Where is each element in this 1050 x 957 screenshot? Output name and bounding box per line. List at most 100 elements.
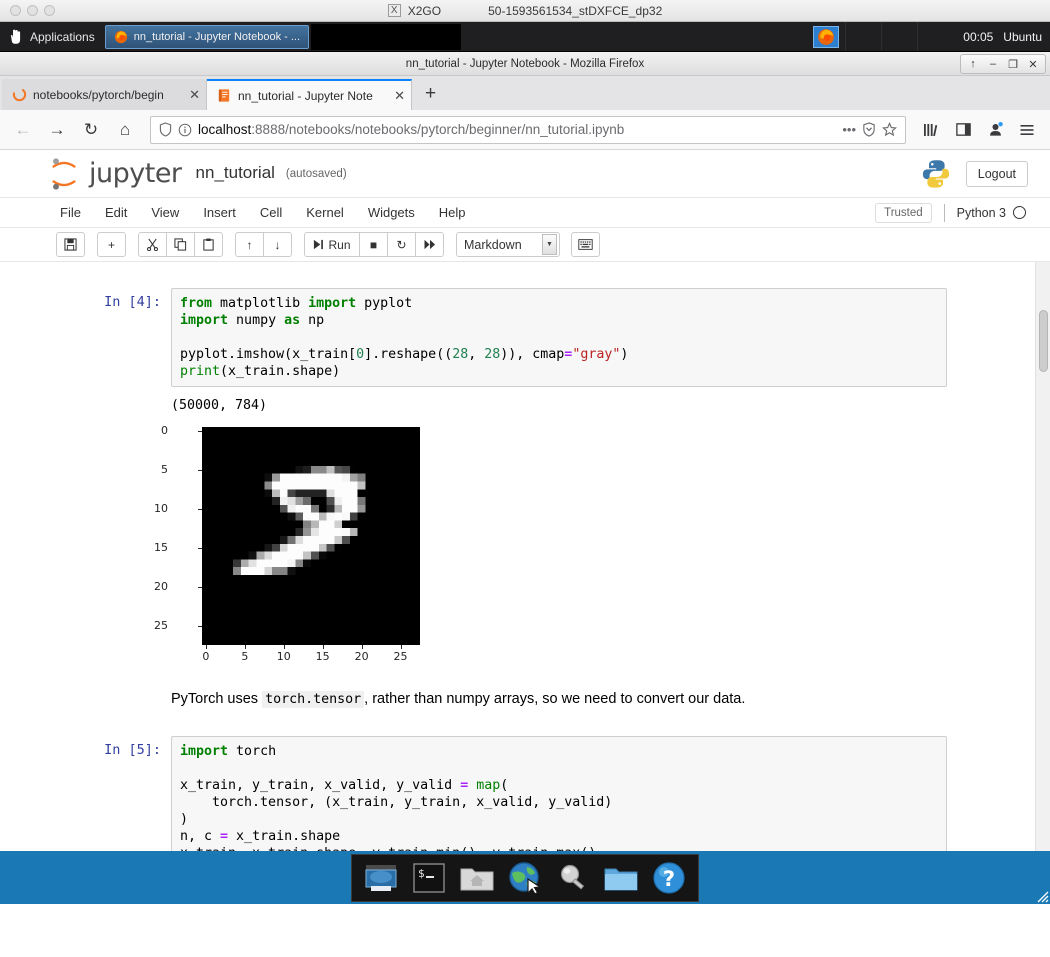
- forward-button[interactable]: →: [42, 115, 72, 145]
- menu-cell[interactable]: Cell: [248, 199, 294, 227]
- terminal-icon[interactable]: $: [410, 859, 448, 897]
- x-axis-tick-label: 25: [393, 650, 408, 663]
- y-axis-tick-label: 20: [154, 579, 168, 593]
- notebook-container: reshape it to 2d first. In [4]: from mat…: [87, 262, 947, 904]
- markdown-text-before: PyTorch uses: [171, 691, 263, 707]
- x2go-app-name: X2GO: [407, 3, 442, 18]
- firefox-toolbar-right: [916, 115, 1042, 145]
- command-palette-button[interactable]: [571, 232, 600, 257]
- url-path: :8888/notebooks/notebooks/pytorch/beginn…: [251, 122, 625, 137]
- x-axis-tick-label: 15: [315, 650, 330, 663]
- toolbar-group-insert: +: [97, 232, 126, 257]
- applications-menu-button[interactable]: Applications: [0, 22, 105, 51]
- close-button[interactable]: ✕: [1024, 56, 1042, 72]
- jupyter-menubar: File Edit View Insert Cell Kernel Widget…: [0, 198, 1050, 228]
- panel-clock[interactable]: 00:05: [953, 30, 1003, 44]
- toolbar-group-save: [56, 232, 85, 257]
- sidebar-icon[interactable]: [948, 115, 978, 145]
- menubar-separator: [943, 203, 945, 222]
- page-actions-icon[interactable]: •••: [842, 122, 856, 137]
- menu-edit[interactable]: Edit: [93, 199, 139, 227]
- x-axis-tick-mark: [322, 645, 324, 649]
- y-axis-tick-label: 0: [161, 423, 168, 437]
- notebook-scroll-area[interactable]: reshape it to 2d first. In [4]: from mat…: [0, 262, 1050, 904]
- y-axis-tick-mark: [198, 469, 202, 471]
- code-editor-4[interactable]: from matplotlib import pyplot import num…: [171, 288, 947, 387]
- menu-file[interactable]: File: [48, 199, 93, 227]
- tab-close-icon[interactable]: ✕: [394, 88, 405, 104]
- logout-button[interactable]: Logout: [965, 160, 1028, 187]
- help-icon[interactable]: ?: [650, 859, 688, 897]
- kernel-name-label: Python 3: [956, 205, 1006, 220]
- copy-cell-button[interactable]: [166, 232, 195, 257]
- firefox-titlebar: nn_tutorial - Jupyter Notebook - Mozilla…: [0, 52, 1050, 76]
- cell-type-value: Markdown: [464, 237, 522, 252]
- web-browser-icon[interactable]: [506, 859, 544, 897]
- taskbar-item-firefox[interactable]: nn_tutorial - Jupyter Notebook - ...: [104, 24, 310, 49]
- jupyter-logo[interactable]: jupyter: [48, 157, 182, 191]
- x-axis-tick-mark: [361, 645, 363, 649]
- systray-slot-3: [917, 22, 953, 51]
- x2go-titlebar: X X2GO 50-1593561534_stDXFCE_dp32: [0, 0, 1050, 22]
- cut-cell-button[interactable]: [138, 232, 167, 257]
- systray-firefox-icon[interactable]: [813, 25, 840, 48]
- shield-icon: [159, 122, 172, 137]
- show-desktop-icon[interactable]: [362, 859, 400, 897]
- back-button[interactable]: ←: [8, 115, 38, 145]
- x-axis-tick-mark: [205, 645, 207, 649]
- run-cell-button[interactable]: Run: [304, 232, 360, 257]
- systray-slot-1: [845, 22, 881, 51]
- browser-tab-notebooks[interactable]: notebooks/pytorch/begin ✕: [2, 79, 207, 110]
- menu-insert[interactable]: Insert: [191, 199, 248, 227]
- shade-button[interactable]: ↑: [964, 56, 982, 72]
- insert-cell-below-button[interactable]: +: [97, 232, 126, 257]
- scrollbar-thumb[interactable]: [1039, 310, 1048, 372]
- home-button[interactable]: ⌂: [110, 115, 140, 145]
- y-axis-tick-mark: [198, 508, 202, 510]
- notebook-name[interactable]: nn_tutorial: [196, 163, 275, 184]
- file-manager-icon[interactable]: [602, 859, 640, 897]
- library-icon[interactable]: [916, 115, 946, 145]
- x-axis-tick-label: 10: [276, 650, 291, 663]
- tab-close-icon[interactable]: ✕: [189, 87, 200, 103]
- chevron-down-icon[interactable]: ▼: [542, 234, 557, 255]
- new-tab-button[interactable]: +: [412, 83, 449, 110]
- url-text: localhost:8888/notebooks/notebooks/pytor…: [198, 122, 836, 137]
- taskbar-item-blank[interactable]: [311, 23, 462, 50]
- toolbar-group-run: Run ■ ↻: [304, 232, 444, 257]
- interrupt-kernel-button[interactable]: ■: [359, 232, 388, 257]
- browser-tab-label: nn_tutorial - Jupyter Note: [238, 88, 373, 103]
- restart-and-run-all-button[interactable]: [415, 232, 444, 257]
- menu-help[interactable]: Help: [427, 199, 478, 227]
- paste-cell-button[interactable]: [194, 232, 223, 257]
- menu-kernel[interactable]: Kernel: [294, 199, 356, 227]
- jupyter-notebook-page: jupyter nn_tutorial (autosaved) Logout F…: [0, 150, 1050, 904]
- x2go-logo-icon: X: [387, 4, 401, 17]
- cell-type-select[interactable]: Markdown ▼: [456, 232, 560, 257]
- account-icon[interactable]: [980, 115, 1010, 145]
- panel-user-label[interactable]: Ubuntu: [1003, 30, 1050, 44]
- applications-menu-label: Applications: [30, 29, 95, 44]
- search-icon[interactable]: [554, 859, 592, 897]
- markdown-cell-pytorch-tensor[interactable]: PyTorch uses torch.tensor, rather than n…: [87, 689, 947, 710]
- home-folder-icon[interactable]: [458, 859, 496, 897]
- notebook-scrollbar[interactable]: [1035, 262, 1050, 904]
- menu-view[interactable]: View: [139, 199, 191, 227]
- hamburger-menu-icon[interactable]: [1012, 115, 1042, 145]
- resize-grip-icon[interactable]: [1033, 887, 1049, 903]
- url-bar[interactable]: localhost:8888/notebooks/notebooks/pytor…: [150, 115, 906, 144]
- code-cell-4[interactable]: In [4]: from matplotlib import pyplot im…: [87, 288, 947, 387]
- move-cell-up-button[interactable]: ↑: [235, 232, 264, 257]
- move-cell-down-button[interactable]: ↓: [263, 232, 292, 257]
- trusted-badge[interactable]: Trusted: [875, 202, 932, 223]
- minimize-button[interactable]: –: [984, 56, 1002, 72]
- save-button[interactable]: [56, 232, 85, 257]
- restart-kernel-button[interactable]: ↻: [387, 232, 416, 257]
- menu-widgets[interactable]: Widgets: [356, 199, 427, 227]
- reload-button[interactable]: ↻: [76, 115, 106, 145]
- y-axis-tick-label: 15: [154, 540, 168, 554]
- maximize-button[interactable]: ❐: [1004, 56, 1022, 72]
- browser-tab-nn-tutorial[interactable]: nn_tutorial - Jupyter Note ✕: [207, 79, 412, 110]
- y-axis-tick-label: 10: [154, 501, 168, 515]
- kernel-idle-circle-icon[interactable]: [1013, 206, 1026, 219]
